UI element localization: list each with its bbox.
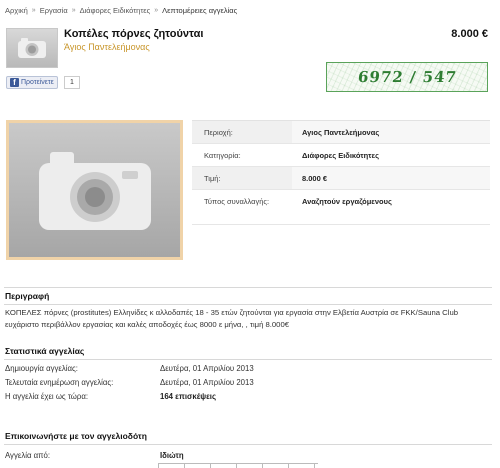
section-divider	[4, 444, 492, 445]
breadcrumb: Αρχική » Εργασία » Διάφορες Ειδικότητες …	[5, 4, 237, 16]
ad-thumbnail[interactable]	[6, 28, 58, 68]
detail-value: Αναζητούν εργαζόμενους	[292, 190, 392, 224]
ad-location: Άγιος Παντελεήμονας	[64, 42, 150, 52]
detail-label: Κατηγορία:	[192, 144, 292, 166]
stat-label: Δημιουργία αγγελίας:	[5, 364, 78, 373]
detail-row-price: Τιμή: 8.000 €	[192, 167, 490, 190]
stat-row-visits: Η αγγελία έχει ως τώρα: 164 επισκέψεις	[5, 392, 216, 401]
detail-value: 8.000 €	[292, 167, 490, 189]
ad-price: 8.000 €	[451, 28, 488, 40]
detail-label: Περιοχή:	[192, 121, 292, 143]
breadcrumb-current: Λεπτομέρειες αγγελίας	[162, 5, 238, 15]
camera-icon	[38, 152, 151, 230]
contact-form-grid	[158, 463, 318, 468]
breadcrumb-separator: »	[71, 6, 76, 14]
ad-title: Κοπέλες πόρνες ζητούνται	[64, 28, 204, 40]
breadcrumb-separator: »	[154, 6, 159, 14]
breadcrumb-work[interactable]: Εργασία	[40, 6, 68, 15]
section-divider	[4, 287, 492, 288]
phone-number: 6972 / 547	[356, 68, 458, 86]
contact-from-label: Αγγελία από:	[5, 451, 51, 460]
breadcrumb-separator: »	[31, 6, 36, 14]
detail-label: Τύπος συναλλαγής:	[192, 190, 292, 224]
details-table: Περιοχή: Αγιος Παντελεήμονας Κατηγορία: …	[192, 120, 490, 225]
camera-icon	[18, 38, 46, 58]
stat-row-updated: Τελευταία ενημέρωση αγγελίας: Δευτέρα, 0…	[5, 378, 254, 387]
description-text: ΚΟΠΕΛΕΣ πόρνες (prostitutes) Ελληνίδες κ…	[5, 308, 458, 329]
stat-value: Δευτέρα, 01 Απριλίου 2013	[160, 378, 254, 387]
stat-label: Τελευταία ενημέρωση αγγελίας:	[5, 378, 114, 387]
facebook-icon: f	[10, 78, 19, 87]
detail-label: Τιμή:	[192, 167, 292, 189]
facebook-recommend-button[interactable]: f Προτείνετε	[6, 76, 58, 89]
detail-value: Αγιος Παντελεήμονας	[292, 121, 490, 143]
description-title: Περιγραφή	[5, 291, 50, 301]
stat-value: Δευτέρα, 01 Απριλίου 2013	[160, 364, 254, 373]
stats-title: Στατιστικά αγγελίας	[5, 346, 85, 356]
contact-title: Επικοινωνήστε με τον αγγελιοδότη	[5, 431, 147, 441]
stat-label: Η αγγελία έχει ως τώρα:	[5, 392, 89, 401]
section-divider	[4, 304, 492, 305]
recommend-count: 1	[64, 76, 80, 89]
detail-value: Διάφορες Ειδικότητες	[292, 144, 490, 166]
detail-row-area: Περιοχή: Αγιος Παντελεήμονας	[192, 121, 490, 144]
contact-from-value: Ιδιώτη	[160, 451, 184, 460]
contact-row-from: Αγγελία από: Ιδιώτη	[5, 451, 184, 460]
breadcrumb-home[interactable]: Αρχική	[5, 6, 28, 15]
breadcrumb-category[interactable]: Διάφορες Ειδικότητες	[80, 6, 151, 15]
section-divider	[4, 359, 492, 360]
stat-value: 164 επισκέψεις	[160, 392, 217, 401]
stat-row-created: Δημιουργία αγγελίας: Δευτέρα, 01 Απριλίο…	[5, 364, 254, 373]
detail-row-category: Κατηγορία: Διάφορες Ειδικότητες	[192, 144, 490, 167]
detail-row-transaction-type: Τύπος συναλλαγής: Αναζητούν εργαζόμενους	[192, 190, 490, 225]
phone-number-image: 6972 / 547	[326, 62, 488, 92]
recommend-label: Προτείνετε	[21, 79, 54, 86]
ad-photo[interactable]	[6, 120, 183, 260]
